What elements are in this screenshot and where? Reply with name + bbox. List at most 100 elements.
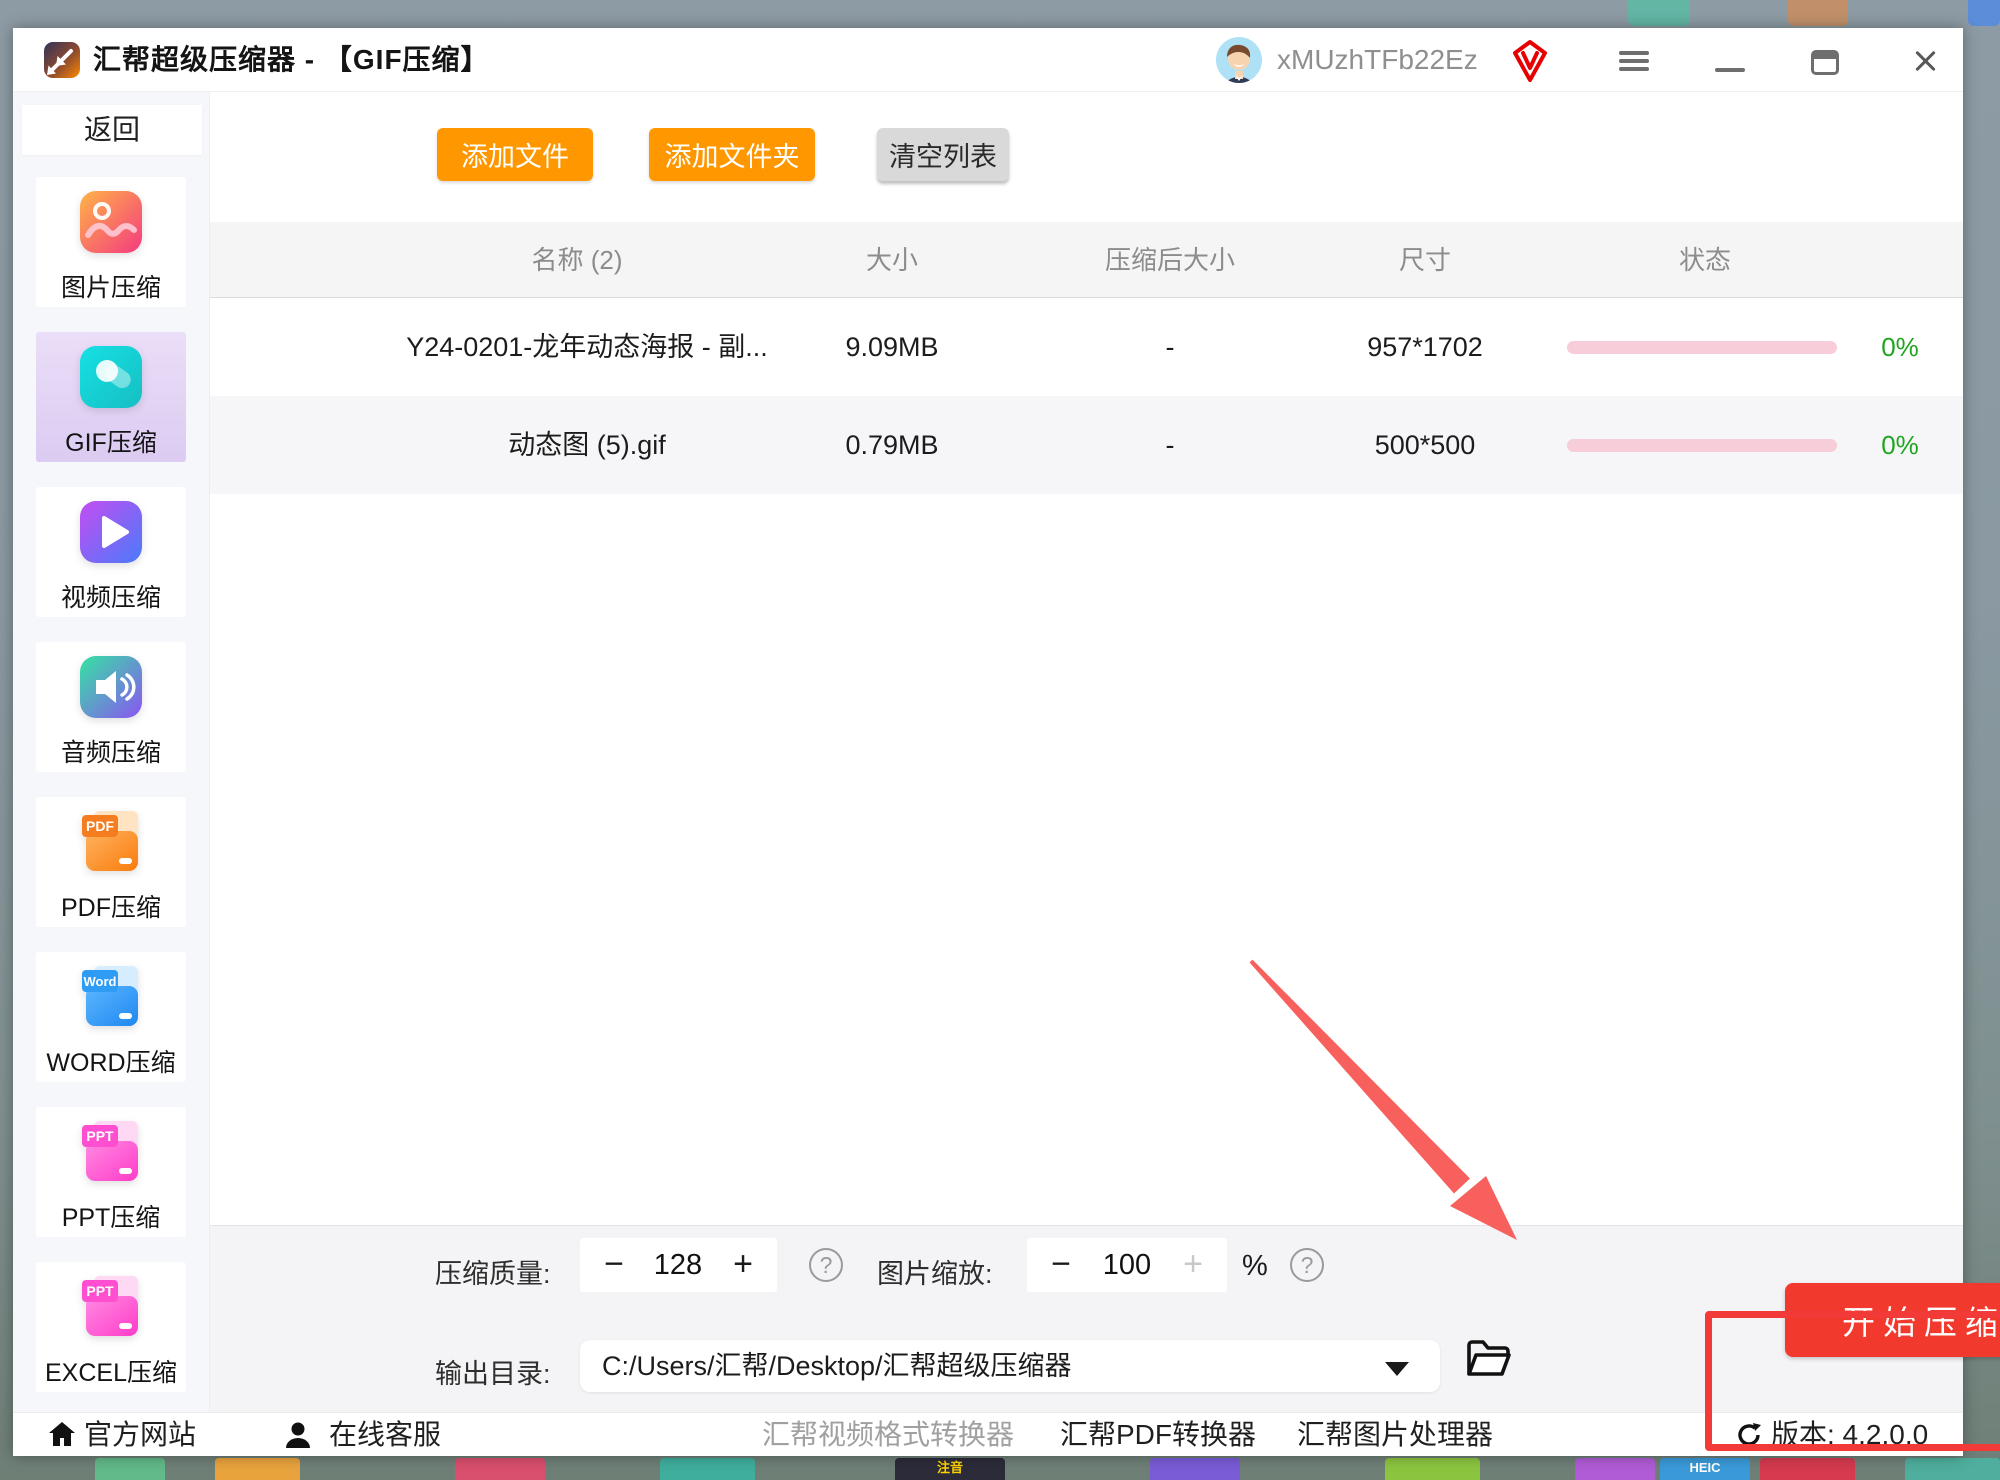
progress-bar [1567, 439, 1837, 452]
file-dimensions: 500*500 [1375, 396, 1476, 494]
close-icon[interactable] [1911, 47, 1939, 75]
image-processor-link[interactable]: 汇帮图片处理器 [1297, 1413, 1493, 1457]
main-content: 添加文件 添加文件夹 清空列表 名称 (2) 大小 压缩后大小 尺寸 状态 操作… [210, 92, 1963, 1412]
desktop-icon [1760, 1458, 1855, 1480]
version-text: 版本: 4.2.0.0 [1771, 1413, 1928, 1457]
desktop-icon [1575, 1458, 1655, 1480]
app-window: 汇帮超级压缩器 - 【GIF压缩】 xMUzhTFb22Ez [13, 28, 1963, 1456]
svg-text:PPT: PPT [86, 1283, 114, 1299]
refresh-icon[interactable] [1735, 1421, 1763, 1449]
scale-decrease-button[interactable]: − [1041, 1238, 1081, 1292]
file-dimensions: 957*1702 [1367, 298, 1483, 396]
quality-value[interactable]: 128 [654, 1238, 702, 1292]
sidebar-item-ppt-compress[interactable]: PPT PPT压缩 [36, 1107, 186, 1237]
quality-stepper: − 128 + [580, 1238, 777, 1292]
sidebar-item-label: 视频压缩 [36, 578, 186, 614]
sidebar-item-image-compress[interactable]: 图片压缩 [36, 177, 186, 307]
add-folder-button[interactable]: 添加文件夹 [649, 128, 815, 181]
svg-text:PDF: PDF [86, 818, 114, 834]
scale-value[interactable]: 100 [1103, 1238, 1151, 1292]
file-size: 0.79MB [845, 396, 938, 494]
desktop-icon [1385, 1458, 1480, 1480]
video-converter-link[interactable]: 汇帮视频格式转换器 [762, 1413, 1014, 1457]
compressed-size: - [1166, 298, 1175, 396]
column-header-compressed-size: 压缩后大小 [1105, 222, 1235, 298]
svg-text:PPT: PPT [86, 1128, 114, 1144]
scale-help-icon[interactable]: ? [1290, 1248, 1324, 1282]
minimize-icon[interactable] [1715, 68, 1745, 72]
vip-badge-icon[interactable] [1512, 39, 1548, 83]
add-file-button[interactable]: 添加文件 [437, 128, 593, 181]
scale-label: 图片缩放: [877, 1252, 993, 1291]
ppt-compress-icon: PPT [72, 1113, 150, 1191]
sidebar-item-pdf-compress[interactable]: PDF PDF压缩 [36, 797, 186, 927]
menu-icon[interactable] [1619, 51, 1649, 71]
sidebar-item-audio-compress[interactable]: 音频压缩 [36, 642, 186, 772]
file-name: 动态图 (5).gif [508, 396, 666, 494]
browse-folder-icon[interactable] [1465, 1338, 1511, 1380]
desktop-icon: 注音 [895, 1458, 1005, 1480]
column-header-size: 大小 [866, 222, 918, 298]
sidebar-item-word-compress[interactable]: Word WORD压缩 [36, 952, 186, 1082]
quality-help-icon[interactable]: ? [809, 1248, 843, 1282]
table-header: 名称 (2) 大小 压缩后大小 尺寸 状态 操作 [210, 222, 1963, 298]
sidebar-item-video-compress[interactable]: 视频压缩 [36, 487, 186, 617]
word-compress-icon: Word [72, 958, 150, 1036]
percent-sign: % [1242, 1250, 1268, 1283]
back-button[interactable]: 返回 [22, 105, 202, 155]
sidebar-item-label: GIF压缩 [36, 423, 186, 459]
desktop-icon [1628, 0, 1690, 26]
compressed-size: - [1166, 396, 1175, 494]
desktop-icon [1968, 0, 2000, 26]
file-size: 9.09MB [845, 298, 938, 396]
output-dir-label: 输出目录: [435, 1352, 551, 1391]
app-logo-icon [43, 41, 81, 79]
desktop-icon [1150, 1458, 1240, 1480]
sidebar: 返回 图片压缩 [13, 92, 210, 1412]
footer-bar: 官方网站 在线客服 汇帮视频格式转换器 汇帮PDF转换器 汇帮图片处理器 版本:… [13, 1412, 1963, 1456]
title-bar: 汇帮超级压缩器 - 【GIF压缩】 xMUzhTFb22Ez [13, 28, 1963, 92]
sidebar-item-label: 图片压缩 [36, 268, 186, 304]
quality-decrease-button[interactable]: − [594, 1238, 634, 1292]
username-text: xMUzhTFb22Ez [1277, 28, 1478, 92]
scale-stepper: − 100 + [1027, 1238, 1227, 1292]
maximize-icon[interactable] [1811, 50, 1839, 75]
column-header-dimensions: 尺寸 [1399, 222, 1451, 298]
image-compress-icon [72, 183, 150, 261]
pdf-converter-link[interactable]: 汇帮PDF转换器 [1060, 1413, 1256, 1457]
table-row[interactable]: Y24-0201-龙年动态海报 - 副... 9.09MB - 957*1702… [210, 298, 1963, 396]
progress-percent: 0% [1881, 298, 1919, 396]
audio-compress-icon [72, 648, 150, 726]
start-compress-button[interactable]: 开始压缩 [1785, 1283, 2000, 1357]
sidebar-item-label: WORD压缩 [36, 1043, 186, 1079]
column-header-status: 状态 [1679, 222, 1731, 298]
clear-list-button[interactable]: 清空列表 [877, 128, 1009, 181]
customer-service-icon [283, 1420, 313, 1450]
file-name: Y24-0201-龙年动态海报 - 副... [406, 298, 768, 396]
sidebar-item-gif-compress[interactable]: GIF压缩 [36, 332, 186, 462]
video-compress-icon [72, 493, 150, 571]
official-site-link[interactable]: 官方网站 [84, 1413, 196, 1457]
sidebar-item-excel-compress[interactable]: PPT EXCEL压缩 [36, 1262, 186, 1392]
svg-text:Word: Word [84, 974, 117, 989]
user-avatar[interactable] [1216, 37, 1262, 83]
quality-label: 压缩质量: [435, 1252, 551, 1291]
home-icon [47, 1420, 77, 1450]
window-title: 汇帮超级压缩器 - 【GIF压缩】 [93, 28, 490, 92]
pdf-compress-icon: PDF [72, 803, 150, 881]
scale-increase-button[interactable]: + [1173, 1238, 1213, 1292]
desktop-icon [215, 1458, 300, 1480]
online-service-link[interactable]: 在线客服 [329, 1413, 441, 1457]
desktop-icon [95, 1458, 165, 1480]
chevron-down-icon [1385, 1362, 1409, 1376]
desktop-icon: HEIC [1660, 1458, 1750, 1480]
sidebar-item-label: PPT压缩 [36, 1198, 186, 1234]
progress-bar [1567, 341, 1837, 354]
desktop-icon [1905, 1458, 2000, 1480]
sidebar-item-label: 音频压缩 [36, 733, 186, 769]
desktop-icon [660, 1458, 755, 1480]
output-dir-select[interactable]: C:/Users/汇帮/Desktop/汇帮超级压缩器 [580, 1340, 1440, 1392]
quality-increase-button[interactable]: + [723, 1238, 763, 1292]
table-row[interactable]: 动态图 (5).gif 0.79MB - 500*500 0% [210, 396, 1963, 494]
excel-compress-icon: PPT [72, 1268, 150, 1346]
